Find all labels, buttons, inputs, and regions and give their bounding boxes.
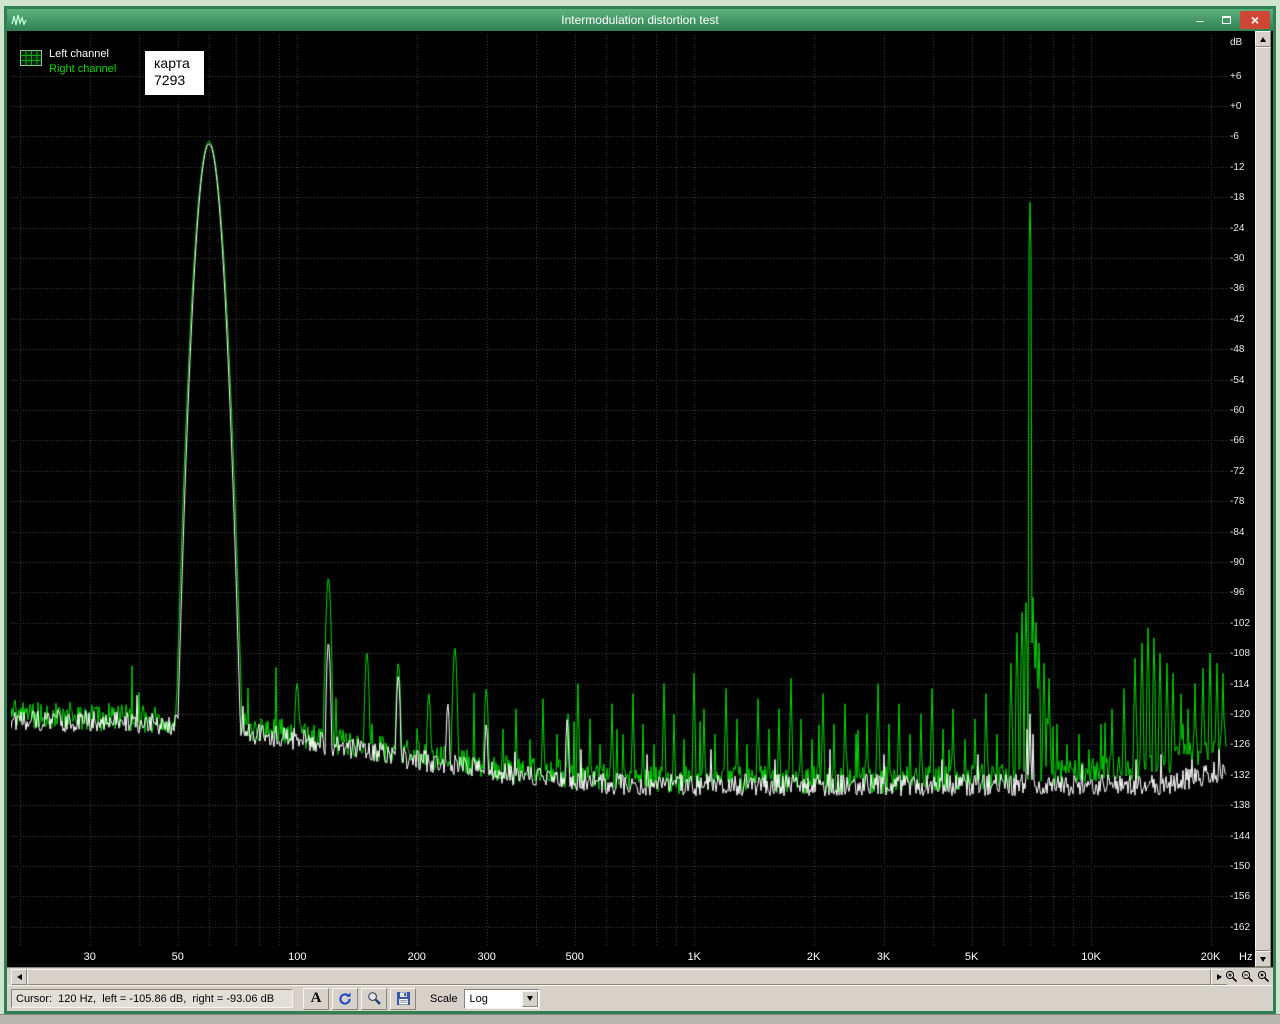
y-axis-label: +0 [1230,100,1242,112]
scale-label: Scale [430,992,458,1005]
scale-select-value: Log [469,992,488,1005]
y-axis-label: -126 [1230,739,1251,751]
x-axis-label: 2K [806,951,821,963]
x-axis-label: 200 [407,951,426,963]
legend-labels: Left channel Right channel [49,48,116,75]
x-axis-label: 50 [171,951,184,963]
y-axis-label: -18 [1230,192,1245,204]
vertical-scroll-thumb[interactable] [1255,47,1271,951]
x-axis-label: 30 [83,951,96,963]
restore-icon [1221,16,1231,24]
chevron-down-icon [526,996,533,1001]
titlebar[interactable]: Intermodulation distortion test – × [7,9,1273,31]
x-axis-label: 20K [1200,951,1221,963]
x-axis-label: 10K [1081,951,1101,963]
scale-select[interactable]: Log [463,988,540,1009]
waveform-app-icon [11,13,27,27]
legend-left-channel: Left channel [49,48,109,60]
floppy-save-icon [396,992,410,1005]
y-axis-label: -138 [1230,800,1251,812]
close-button[interactable]: × [1240,11,1270,29]
scroll-up-button[interactable] [1255,31,1271,47]
font-button[interactable]: A [303,987,329,1010]
y-axis-label: -156 [1230,891,1251,903]
overlay-note: карта 7293 [145,51,204,95]
x-axis-label: 5K [964,951,979,963]
y-axis-label: -72 [1230,465,1245,477]
app-window: Intermodulation distortion test – × Left… [4,6,1276,1014]
scroll-left-button[interactable] [11,969,27,985]
minimize-button[interactable]: – [1188,12,1212,29]
zoom-out-button[interactable] [1240,969,1255,984]
y-axis-label: -30 [1230,252,1245,264]
x-axis-label: 100 [288,951,307,963]
y-axis-label: -114 [1230,678,1250,690]
y-axis-label: -144 [1230,830,1251,842]
y-axis-label: -102 [1230,617,1251,629]
zoom-in-icon [1225,970,1238,983]
desktop: { "window": { "title": "Intermodulation … [0,0,1280,1024]
zoom-select-button[interactable] [1256,969,1271,984]
y-axis-label: -48 [1230,344,1245,356]
vertical-scrollbar[interactable] [1255,31,1271,967]
zoom-out-icon [1241,970,1254,983]
y-axis-unit: dB [1230,37,1243,48]
y-axis-label: -78 [1230,496,1245,508]
x-axis-label: 500 [565,951,584,963]
y-axis-label: -90 [1230,556,1245,568]
horizontal-scrollbar[interactable] [11,969,1227,985]
bottom-strip [0,1014,1280,1024]
cursor-readout: Cursor: 120 Hz, left = -105.86 dB, right… [11,989,293,1008]
zoom-tool-button[interactable] [361,987,387,1010]
grid-table-icon[interactable] [20,50,42,66]
overlay-note-line1: карта [154,55,190,71]
up-arrow-icon [1260,36,1266,42]
refresh-button[interactable] [332,987,358,1010]
font-a-icon: A [310,990,322,1006]
refresh-icon [339,992,351,1005]
y-axis-label: -132 [1230,769,1251,781]
left-arrow-icon [16,974,22,980]
legend: Left channel Right channel [20,48,116,75]
bottom-scroll-row [7,967,1273,985]
horizontal-scroll-thumb[interactable] [27,969,1211,985]
magnifier-tool-icon [367,992,381,1005]
y-axis-label: -96 [1230,587,1245,599]
y-axis-label: -162 [1230,921,1251,933]
y-axis-label: -24 [1230,222,1245,234]
x-axis-label: 3K [876,951,891,963]
y-axis-label: -6 [1230,131,1239,143]
zoom-button-cluster [1224,969,1271,984]
save-button[interactable] [390,987,416,1010]
zoom-select-icon [1257,970,1270,983]
y-axis-label: -150 [1230,860,1251,872]
y-axis-label: -84 [1230,526,1245,538]
y-axis: dB +6 +0 -6 -12 -18 -24 -30 -36 -42 -48 -54 -60 -66 -… [1227,35,1255,947]
x-axis-unit: Hz [1239,951,1253,963]
client-area: Left channel Right channel карта 7293 dB… [7,31,1273,1011]
y-axis-label: -120 [1230,708,1251,720]
y-axis-label: -60 [1230,404,1245,416]
legend-right-channel: Right channel [49,63,117,75]
zoom-in-button[interactable] [1224,969,1239,984]
maximize-button[interactable] [1214,12,1238,29]
x-axis-label: 300 [477,951,496,963]
spectrum-plot-canvas[interactable] [11,35,1227,947]
status-bar: Cursor: 120 Hz, left = -105.86 dB, right… [7,985,1273,1011]
x-axis: Hz 30 50 100 200 300 500 1K 2K 3K 5K 10K 20K [7,947,1273,967]
dropdown-arrow-button[interactable] [521,990,538,1007]
y-axis-label: -42 [1230,313,1245,325]
y-axis-label: -66 [1230,435,1245,447]
y-axis-label: -12 [1230,161,1245,173]
overlay-note-line2: 7293 [154,72,186,88]
y-axis-label: -36 [1230,283,1245,295]
y-axis-label: -108 [1230,648,1251,660]
window-controls: – × [1188,11,1270,29]
y-axis-label: -54 [1230,374,1245,386]
x-axis-label: 1K [687,951,701,963]
right-arrow-icon [1216,974,1222,980]
window-title: Intermodulation distortion test [561,13,719,27]
y-axis-label: +6 [1230,70,1242,82]
